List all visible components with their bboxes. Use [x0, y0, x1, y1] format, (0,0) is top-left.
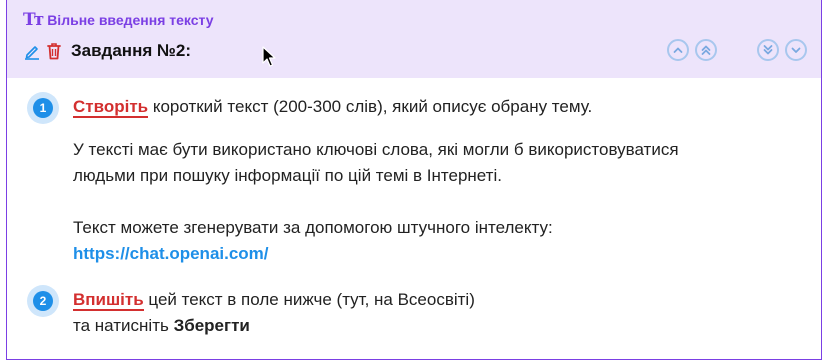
move-bottom-icon[interactable] — [757, 39, 779, 61]
move-down-icon[interactable] — [785, 39, 807, 61]
move-top-icon[interactable] — [695, 39, 717, 61]
step-2-text: Впишіть цей текст в поле нижче (тут, на … — [73, 287, 475, 339]
keywords-paragraph: У тексті має бути використано ключові сл… — [73, 137, 679, 189]
task-header: Tт Вільне введення тексту Завдання №2: — [7, 0, 821, 78]
ai-paragraph: Текст можете згенерувати за допомогою шт… — [73, 215, 553, 267]
move-up-icon[interactable] — [667, 39, 689, 61]
step-number-badge: 2 — [27, 285, 59, 317]
delete-trash-icon[interactable] — [45, 40, 63, 62]
ai-line: Текст можете згенерувати за допомогою шт… — [73, 218, 553, 237]
task-title: Завдання №2: — [71, 41, 192, 60]
step-2-description: цей текст в поле нижче (тут, на Всеосвіт… — [143, 290, 475, 309]
save-keyword: Зберегти — [173, 316, 250, 335]
keywords-line-2: людьми при пошуку інформації по цій темі… — [73, 166, 502, 185]
chatgpt-link[interactable]: https://chat.openai.com/ — [73, 244, 269, 263]
step-number-badge: 1 — [27, 92, 59, 124]
step-1-keyword: Створіть — [73, 97, 149, 118]
step-number: 2 — [33, 291, 53, 311]
edit-pencil-icon[interactable] — [23, 40, 41, 62]
step-2-keyword: Впишіть — [73, 290, 144, 311]
text-type-icon: Tт — [23, 10, 44, 30]
keywords-line-1: У тексті має бути використано ключові сл… — [73, 140, 679, 159]
step-2-line2-prefix: та натисніть — [73, 316, 174, 335]
mouse-pointer-icon — [262, 46, 276, 73]
task-type-row: Tт Вільне введення тексту — [23, 10, 214, 30]
task-navigation — [667, 39, 807, 61]
task-title-row: Завдання №2: — [23, 40, 191, 62]
task-type-label: Вільне введення тексту — [47, 12, 214, 28]
step-number: 1 — [33, 98, 53, 118]
task-card: Tт Вільне введення тексту Завдання №2: 1… — [6, 0, 822, 360]
step-1-text: Створіть короткий текст (200-300 слів), … — [73, 94, 592, 120]
step-1-description: короткий текст (200-300 слів), який опис… — [148, 97, 593, 116]
